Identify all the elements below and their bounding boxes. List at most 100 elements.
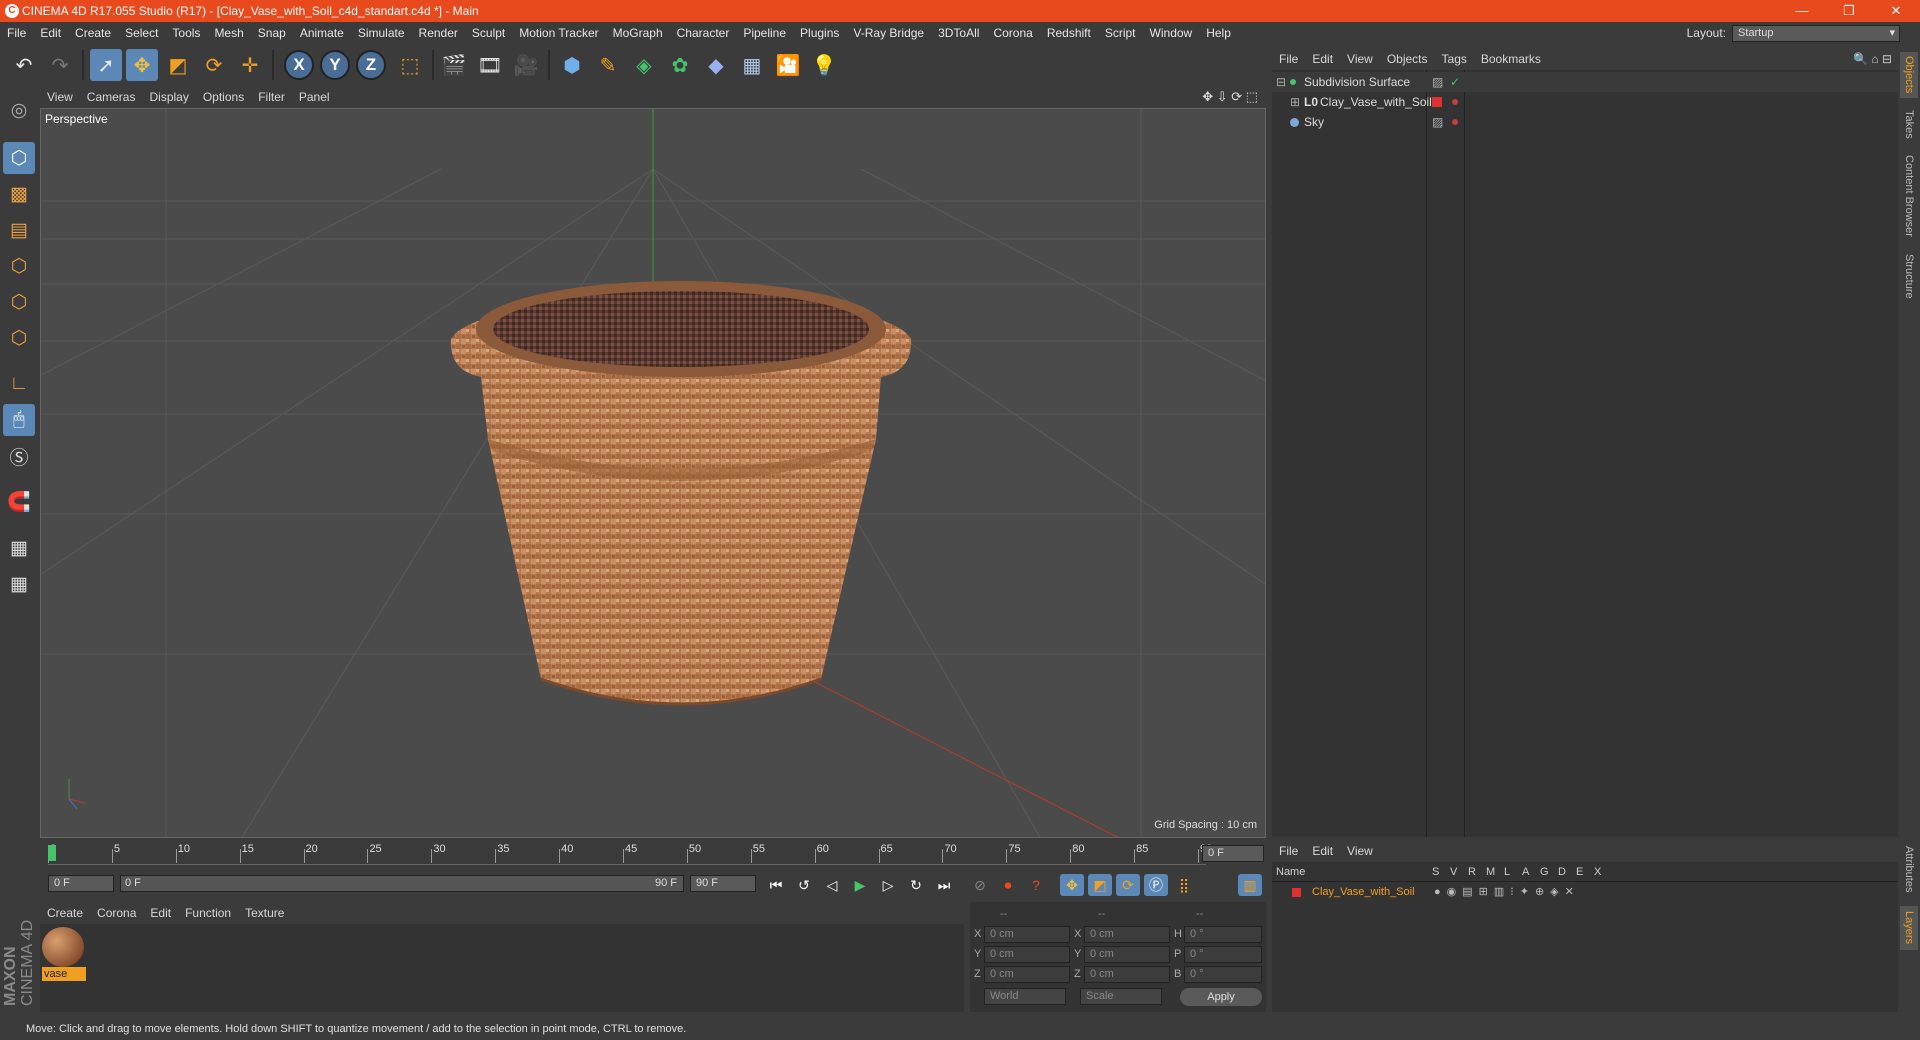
- current-frame-field[interactable]: 0 F: [1202, 845, 1264, 862]
- menu-plugins[interactable]: Plugins: [793, 22, 846, 44]
- object-row-subdivision-surface[interactable]: ⊟ Subdivision Surface ▨ ✓: [1272, 72, 1898, 92]
- menu-pipeline[interactable]: Pipeline: [736, 22, 793, 44]
- coord-size-field[interactable]: 0 cm: [1084, 966, 1170, 983]
- record-parameter-icon[interactable]: Ⓟ: [1144, 874, 1168, 896]
- menu-vray-bridge[interactable]: V-Ray Bridge: [846, 22, 931, 44]
- object-menu-tags[interactable]: Tags: [1435, 48, 1474, 70]
- material-menu-edit[interactable]: Edit: [143, 902, 178, 924]
- go-to-start-icon[interactable]: ⏮: [764, 874, 788, 896]
- record-position-icon[interactable]: ✥: [1060, 874, 1084, 896]
- visibility-toggle[interactable]: ▨: [1432, 112, 1443, 132]
- autokey-icon[interactable]: ⏺: [996, 874, 1020, 896]
- menu-edit[interactable]: Edit: [33, 22, 68, 44]
- apply-button[interactable]: Apply: [1180, 988, 1262, 1006]
- layout-select[interactable]: Startup ▾: [1732, 25, 1900, 42]
- object-manager-search-icon[interactable]: 🔍 ⌂ ⊟: [1853, 48, 1892, 70]
- viewport-menu-cameras[interactable]: Cameras: [80, 86, 143, 108]
- layer-color-swatch[interactable]: [1292, 888, 1301, 897]
- next-key-icon[interactable]: ↻: [904, 874, 928, 896]
- previous-key-icon[interactable]: ↺: [792, 874, 816, 896]
- rotate-tool-icon[interactable]: ⟳: [198, 49, 230, 81]
- coordinate-system-icon[interactable]: ⬚: [394, 49, 426, 81]
- viewport-menu-view[interactable]: View: [40, 86, 80, 108]
- solo-icon[interactable]: Ⓢ: [3, 440, 35, 472]
- layer-row[interactable]: Clay_Vase_with_Soil ●◉▤⊞▥⁝✦⊕◈✕: [1272, 884, 1898, 900]
- timeline-layout-icon[interactable]: ▥: [1238, 874, 1262, 896]
- material-menu-create[interactable]: Create: [40, 902, 90, 924]
- coord-rotation-field[interactable]: 0 °: [1184, 946, 1262, 963]
- enabled-check-icon[interactable]: ✓: [1450, 72, 1460, 92]
- coord-rotation-field[interactable]: 0 °: [1184, 926, 1262, 943]
- start-frame-field[interactable]: 0 F: [48, 875, 114, 892]
- live-selection-icon[interactable]: ➚: [90, 49, 122, 81]
- timeline-track[interactable]: 051015202530354045505560657075808590: [48, 843, 1212, 865]
- menu-3dtoall[interactable]: 3DToAll: [931, 22, 986, 44]
- tab-takes[interactable]: Takes: [1900, 104, 1918, 144]
- minimize-button[interactable]: —: [1779, 0, 1825, 22]
- coord-world-select[interactable]: World: [984, 988, 1066, 1005]
- menu-redshift[interactable]: Redshift: [1040, 22, 1098, 44]
- layer-menu-file[interactable]: File: [1272, 840, 1305, 862]
- playhead[interactable]: [48, 845, 56, 861]
- workplane-lock-icon[interactable]: ▦: [3, 532, 35, 564]
- menu-select[interactable]: Select: [118, 22, 165, 44]
- magnet-snap-icon[interactable]: 🧲: [3, 486, 35, 518]
- menu-snap[interactable]: Snap: [251, 22, 293, 44]
- coord-size-field[interactable]: 0 cm: [1084, 926, 1170, 943]
- viewport-menu-display[interactable]: Display: [142, 86, 195, 108]
- menu-script[interactable]: Script: [1098, 22, 1143, 44]
- viewport-navigation-icons[interactable]: ✥ ⇩ ⟳ ⬚: [1202, 86, 1258, 108]
- visibility-toggle[interactable]: ▨: [1432, 72, 1443, 92]
- polygons-mode-icon[interactable]: ⬡: [3, 322, 35, 354]
- go-to-end-icon[interactable]: ⏭: [932, 874, 956, 896]
- coord-position-field[interactable]: 0 cm: [984, 966, 1070, 983]
- render-settings-icon[interactable]: 🎥: [510, 49, 542, 81]
- tab-objects[interactable]: Objects: [1900, 52, 1918, 98]
- previous-frame-icon[interactable]: ◁: [820, 874, 844, 896]
- edges-mode-icon[interactable]: ⬡: [3, 286, 35, 318]
- menu-simulate[interactable]: Simulate: [351, 22, 412, 44]
- menu-character[interactable]: Character: [670, 22, 737, 44]
- cloner-icon[interactable]: ✿: [664, 49, 696, 81]
- menu-mesh[interactable]: Mesh: [207, 22, 250, 44]
- menu-window[interactable]: Window: [1143, 22, 1200, 44]
- render-picture-viewer-icon[interactable]: 🎞: [474, 49, 506, 81]
- menu-sculpt[interactable]: Sculpt: [465, 22, 512, 44]
- object-menu-file[interactable]: File: [1272, 48, 1305, 70]
- planar-workplane-icon[interactable]: ▦: [3, 568, 35, 600]
- coord-position-field[interactable]: 0 cm: [984, 946, 1070, 963]
- z-axis-lock-icon[interactable]: Z: [356, 50, 386, 80]
- layer-toggle-icons[interactable]: ●◉▤⊞▥⁝✦⊕◈✕: [1434, 884, 1580, 900]
- model-mode-icon[interactable]: ⬡: [3, 142, 35, 174]
- next-frame-icon[interactable]: ▷: [876, 874, 900, 896]
- close-button[interactable]: ✕: [1873, 0, 1919, 22]
- layer-menu-edit[interactable]: Edit: [1305, 840, 1340, 862]
- object-menu-objects[interactable]: Objects: [1380, 48, 1435, 70]
- layer-color-swatch[interactable]: [1432, 97, 1442, 107]
- menu-mograph[interactable]: MoGraph: [606, 22, 670, 44]
- object-menu-view[interactable]: View: [1340, 48, 1380, 70]
- material-menu-corona[interactable]: Corona: [90, 902, 143, 924]
- tab-attributes[interactable]: Attributes: [1900, 838, 1918, 900]
- tweak-mode-icon[interactable]: 🖱: [3, 404, 35, 436]
- light-icon[interactable]: 💡: [808, 49, 840, 81]
- pen-spline-icon[interactable]: ✎: [592, 49, 624, 81]
- object-row-sky[interactable]: Sky ▨: [1272, 112, 1898, 132]
- coord-size-field[interactable]: 0 cm: [1084, 946, 1170, 963]
- undo-icon[interactable]: ↶: [8, 49, 40, 81]
- restore-button[interactable]: ❐: [1826, 0, 1872, 22]
- object-menu-edit[interactable]: Edit: [1305, 48, 1340, 70]
- visibility-dot[interactable]: [1452, 99, 1458, 105]
- record-pla-icon[interactable]: ⣿: [1172, 874, 1196, 896]
- make-editable-icon[interactable]: ◎: [3, 94, 35, 126]
- end-frame-field[interactable]: 90 F: [690, 875, 756, 892]
- menu-create[interactable]: Create: [68, 22, 118, 44]
- menu-file[interactable]: File: [0, 22, 33, 44]
- material-menu-texture[interactable]: Texture: [238, 902, 291, 924]
- object-row-clay-vase[interactable]: ⊞ L0 Clay_Vase_with_Soil: [1272, 92, 1898, 112]
- record-rotation-icon[interactable]: ⟳: [1116, 874, 1140, 896]
- keyframe-selection-icon[interactable]: ?: [1024, 874, 1048, 896]
- menu-help[interactable]: Help: [1199, 22, 1238, 44]
- tab-layers[interactable]: Layers: [1900, 906, 1918, 950]
- record-scale-icon[interactable]: ◩: [1088, 874, 1112, 896]
